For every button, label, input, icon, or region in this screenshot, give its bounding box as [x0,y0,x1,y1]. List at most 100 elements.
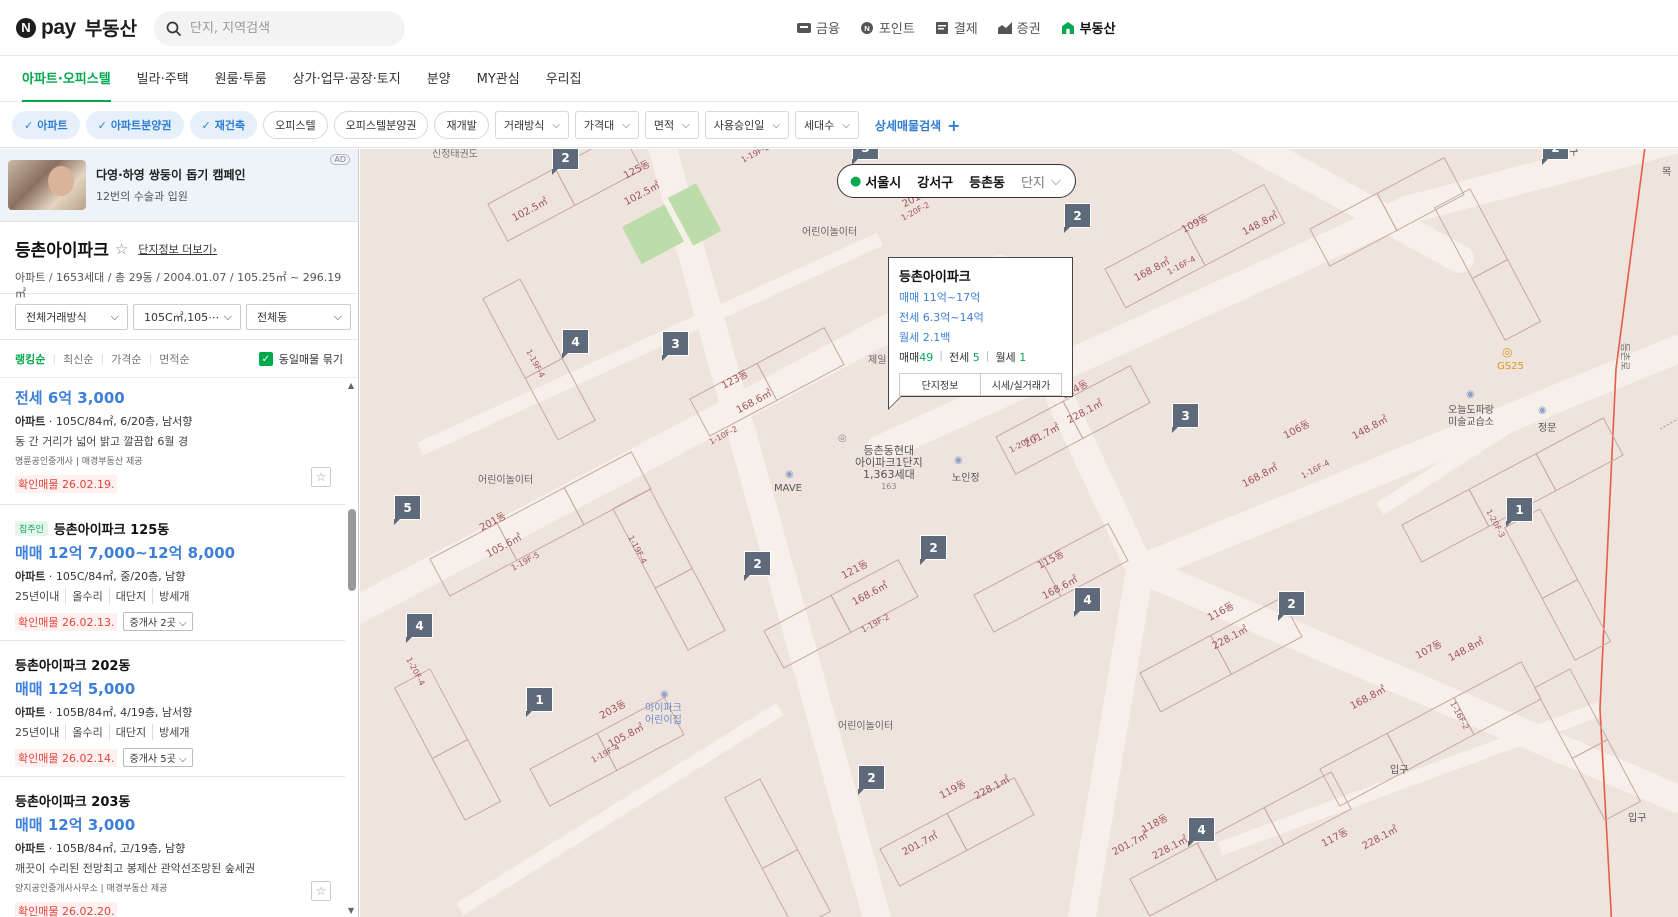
scroll-up-icon[interactable]: ▲ [348,381,354,390]
listing-cluster-marker[interactable]: 2 [1542,149,1569,165]
sort-latest[interactable]: 최신순 [63,351,93,367]
map-poi-art-school[interactable]: 오늘도파랑 미술교습소 [1448,405,1494,429]
same-listing-toggle[interactable]: ✓ 동일매물 묶기 [258,351,343,367]
chip-reconstruction[interactable]: 재건축 [189,111,258,139]
listing-cluster-marker[interactable]: 5 [394,495,421,525]
region-complex[interactable]: 단지 ⌵ [1021,172,1061,191]
listing-item[interactable]: 집주인 등촌아이파크 125동 매매 12억 7,000~12억 8,000 아파… [0,505,345,641]
scroll-down-icon[interactable]: ▼ [348,906,354,915]
tab-my-interest[interactable]: MY관심 [477,57,520,101]
complex-more-link[interactable]: 단지정보 더보기› [138,241,217,257]
listing-cluster-marker[interactable]: 3 [1172,403,1199,433]
popup-monthly-count-value: 1 [1019,351,1027,364]
listing-tags: 25년이내 올수리 대단지 방세개 [15,724,330,740]
listing-name: 등촌아이파크 202동 [15,659,131,674]
search-input[interactable] [190,21,380,36]
region-city[interactable]: ● 서울시 [850,172,901,191]
tab-my-home[interactable]: 우리집 [546,57,582,101]
dropdown-approval-date[interactable]: 사용승인일 ⌵ [704,111,789,139]
listing-cluster-marker[interactable]: 2 [744,551,771,581]
listing-cluster-marker[interactable]: 1 [526,687,553,717]
complex-info-popup[interactable]: 등촌아이파크 매매 11억~17억 전세 6.3억~14억 월세 2.1백 매매… [888,257,1073,410]
service-stock[interactable]: 증권 [997,18,1041,37]
dropdown-area[interactable]: 면적 ⌵ [644,111,699,139]
listing-cluster-marker[interactable]: 4 [1074,587,1101,617]
select-building[interactable]: 전체동 ⌵ [246,303,351,330]
listing-cluster-marker[interactable]: 4 [1188,817,1215,847]
popup-sale-count-value: 49 [919,351,934,364]
service-payment[interactable]: 결제 [935,18,978,37]
map-poi-senior-center[interactable]: 노인정 [952,469,980,484]
search-icon [166,21,182,36]
popup-jeonse-range: 전세 6.3억~14억 [899,311,984,324]
listing-cluster-marker[interactable]: 4 [406,613,433,643]
region-district[interactable]: 강서구 [917,172,953,191]
search-box[interactable] [154,11,405,46]
broker-count-button[interactable]: 중개사 2곳 ⌵ [123,612,193,631]
tab-commercial[interactable]: 상가·업무·공장·토지 [293,57,401,101]
select-area[interactable]: 105C㎡,105⋯ ⌵ [133,303,241,330]
listing-cluster-marker[interactable]: 3 [662,331,689,361]
map-pin-icon: ◉ [954,455,963,466]
ad-badge: AD [330,154,350,165]
chip-officetel-presale-right[interactable]: 오피스텔분양권 [333,111,429,139]
tab-villa-house[interactable]: 빌라·주택 [137,57,189,101]
listing-item[interactable]: 전세 6억 3,000 아파트 · 105C/84㎡, 6/20층, 남서향 동… [0,379,345,505]
region-breadcrumb[interactable]: ● 서울시 강서구 등촌동 단지 ⌵ [837,164,1076,198]
listing-cluster-marker[interactable]: 2 [858,765,885,795]
listing-cluster-marker[interactable]: 2 [1064,203,1091,233]
detail-search-button[interactable]: 상세매물검색 + [875,116,961,135]
listing-spec: 아파트 · 105C/84㎡, 중/20층, 남향 [15,570,186,583]
broker-count-button[interactable]: 중개사 5곳 ⌵ [123,748,193,767]
favorite-star-icon[interactable]: ☆ [311,881,331,901]
sort-area[interactable]: 면적순 [159,351,189,367]
tab-oneroom-tworoom[interactable]: 원룸·투룸 [215,57,267,101]
sort-ranking[interactable]: 랭킹순 [15,351,45,367]
tab-apartment-officetel[interactable]: 아파트·오피스텔 [22,57,111,102]
listing-cluster-marker[interactable]: 2 [920,535,947,565]
map-area[interactable]: 신정태권도 어린이놀이터 어린이놀이터 어린이놀이터 제일 ◎ 등촌동현대 아이… [360,149,1678,917]
listing-item[interactable]: 등촌아이파크 203동 매매 12억 3,000 아파트 · 105B/84㎡,… [0,777,345,917]
floor-range-label: 1-10F-2 [707,424,740,447]
region-dong[interactable]: 등촌동 [969,172,1005,191]
complex-info-button[interactable]: 단지정보 [900,374,980,395]
building-dong-label: 201동 [478,510,509,534]
service-finance[interactable]: 금융 [797,18,840,37]
listing-cluster-marker[interactable]: 2 [1278,591,1305,621]
listing-cluster-marker[interactable]: 1 [1506,497,1533,527]
scrollbar-thumb[interactable] [348,509,356,591]
price-history-button[interactable]: 시세/실거래가 [980,374,1061,395]
listing-cluster-marker[interactable]: 3 [852,149,879,165]
ad-banner[interactable]: 다영·하영 쌍둥이 돕기 캠페인 12번의 수술과 입원 AD [0,149,358,222]
listing-cluster-marker[interactable]: 4 [562,329,589,359]
listing-price: 매매 12억 5,000 [15,680,136,698]
listing-price: 매매 12억 3,000 [15,816,136,834]
service-point[interactable]: N 포인트 [860,18,915,37]
tab-presale[interactable]: 분양 [427,57,451,101]
popup-monthly-count: 월세 1 [995,349,1026,365]
dropdown-deal-type[interactable]: 거래방식 ⌵ [494,111,569,139]
favorite-star-icon[interactable]: ☆ [311,467,331,487]
service-realestate-label: 부동산 [1079,22,1116,37]
chip-apartment-presale-right[interactable]: 아파트분양권 [85,111,184,139]
map-poi-gs25[interactable]: GS25 [1497,361,1524,372]
star-icon[interactable]: ☆ [115,240,128,258]
map-poi-daycare[interactable]: 아이파크 어린이집 [645,703,682,727]
chip-officetel[interactable]: 오피스텔 [263,111,328,139]
sort-price[interactable]: 가격순 [111,351,141,367]
floor-range-label: 1-20F-3 [1484,507,1507,540]
chip-redevelopment[interactable]: 재개발 [434,111,489,139]
listing-item[interactable]: 등촌아이파크 202동 매매 12억 5,000 아파트 · 105B/84㎡,… [0,641,345,777]
map-pin-icon: ◉ [785,469,794,480]
dropdown-price[interactable]: 가격대 ⌵ [574,111,639,139]
listing-scrollbar[interactable]: ▲ ▼ [346,379,358,917]
chip-apartment[interactable]: 아파트 [12,111,80,139]
service-realestate[interactable]: 부동산 [1061,18,1116,37]
map-poi-mave[interactable]: MAVE [774,483,802,494]
dropdown-households[interactable]: 세대수 ⌵ [794,111,859,139]
building-area-label: 228.1㎡ [1065,398,1105,427]
map-poi-complex[interactable]: 등촌동현대 아이파크1단지 1,363세대 163 [855,445,923,493]
select-deal-type[interactable]: 전체거래방식 ⌵ [15,303,128,330]
logo[interactable]: N pay 부동산 [16,14,137,41]
listing-cluster-marker[interactable]: 2 [552,149,579,175]
